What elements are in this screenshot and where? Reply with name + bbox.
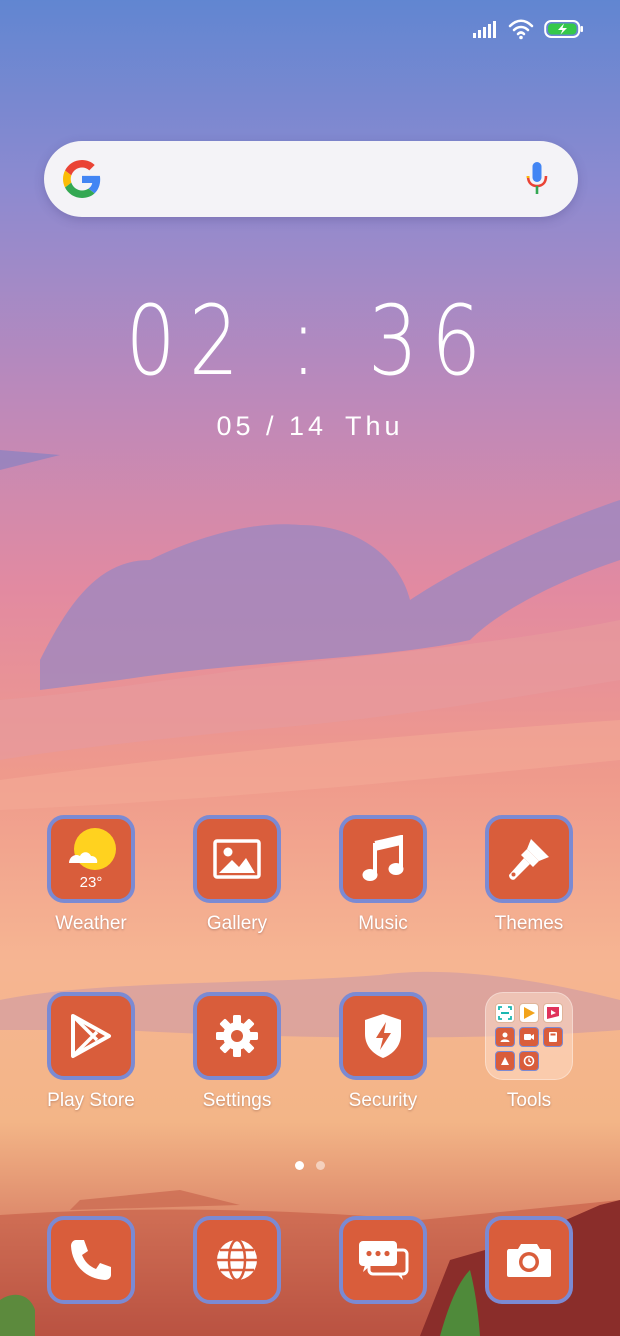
app-settings[interactable]: Settings bbox=[177, 992, 297, 1112]
gallery-tile[interactable] bbox=[193, 815, 281, 903]
cellular-signal-icon bbox=[473, 21, 496, 38]
wifi-icon bbox=[508, 19, 534, 40]
paintbrush-icon bbox=[509, 839, 549, 880]
app-themes[interactable]: Themes bbox=[469, 815, 589, 935]
app-security[interactable]: Security bbox=[323, 992, 443, 1112]
clock-date[interactable]: 05 / 14 Thu bbox=[0, 408, 620, 444]
app-label: Weather bbox=[55, 913, 127, 934]
dock-browser[interactable] bbox=[177, 1216, 297, 1304]
weather-tile[interactable]: 23° bbox=[47, 815, 135, 903]
messaging-tile[interactable] bbox=[339, 1216, 427, 1304]
weather-temperature: 23° bbox=[79, 874, 103, 891]
security-tile[interactable] bbox=[339, 992, 427, 1080]
app-music[interactable]: Music bbox=[323, 815, 443, 935]
music-tile[interactable] bbox=[339, 815, 427, 903]
globe-icon bbox=[217, 1238, 257, 1282]
battery-charging-icon bbox=[544, 20, 583, 38]
browser-tile[interactable] bbox=[193, 1216, 281, 1304]
dock-phone[interactable] bbox=[31, 1216, 151, 1304]
play-store-icon bbox=[71, 1014, 111, 1058]
mic-icon[interactable] bbox=[524, 161, 550, 197]
google-search-bar[interactable] bbox=[44, 141, 578, 217]
date-text: 05 / 14 bbox=[216, 411, 328, 441]
app-label: Play Store bbox=[47, 1090, 135, 1111]
settings-tile[interactable] bbox=[193, 992, 281, 1080]
clock-time[interactable]: 02 : 36 bbox=[56, 286, 564, 396]
compass-mini-icon bbox=[495, 1051, 515, 1071]
page-dot-active[interactable] bbox=[295, 1161, 304, 1170]
themes-tile[interactable] bbox=[485, 815, 573, 903]
recorder-mini-icon bbox=[519, 1027, 539, 1047]
camera-tile[interactable] bbox=[485, 1216, 573, 1304]
dock-messaging[interactable] bbox=[323, 1216, 443, 1304]
contacts-mini-icon bbox=[495, 1027, 515, 1047]
app-label: Security bbox=[348, 1090, 418, 1111]
chat-icon bbox=[359, 1241, 409, 1280]
calculator-mini-icon bbox=[543, 1027, 563, 1047]
image-icon bbox=[213, 839, 261, 879]
scanner-mini-icon bbox=[495, 1003, 515, 1023]
app-label: Themes bbox=[494, 913, 564, 934]
weekday-text: Thu bbox=[345, 411, 404, 441]
dock-camera[interactable] bbox=[469, 1216, 589, 1304]
app-gallery[interactable]: Gallery bbox=[177, 815, 297, 935]
clock-mini-icon bbox=[519, 1051, 539, 1071]
status-bar bbox=[472, 14, 584, 44]
folder-label: Tools bbox=[506, 1090, 552, 1111]
camera-icon bbox=[507, 1244, 551, 1277]
flag-mini-icon bbox=[543, 1003, 563, 1023]
google-g-icon bbox=[63, 160, 101, 198]
folder-tools[interactable]: Tools bbox=[469, 992, 589, 1112]
app-play-store[interactable]: Play Store bbox=[31, 992, 151, 1112]
shield-icon bbox=[365, 1014, 401, 1058]
app-label: Gallery bbox=[206, 913, 268, 934]
app-label: Music bbox=[358, 913, 408, 934]
tools-folder-tile[interactable] bbox=[485, 992, 573, 1080]
music-note-icon bbox=[362, 835, 404, 881]
page-indicator bbox=[295, 1161, 325, 1170]
app-label: Settings bbox=[202, 1090, 272, 1111]
page-dot[interactable] bbox=[316, 1161, 325, 1170]
phone-icon bbox=[71, 1240, 111, 1280]
app-weather[interactable]: 23° Weather bbox=[31, 815, 151, 935]
gear-icon bbox=[216, 1015, 258, 1057]
play-games-mini-icon bbox=[519, 1003, 539, 1023]
play-store-tile[interactable] bbox=[47, 992, 135, 1080]
phone-tile[interactable] bbox=[47, 1216, 135, 1304]
